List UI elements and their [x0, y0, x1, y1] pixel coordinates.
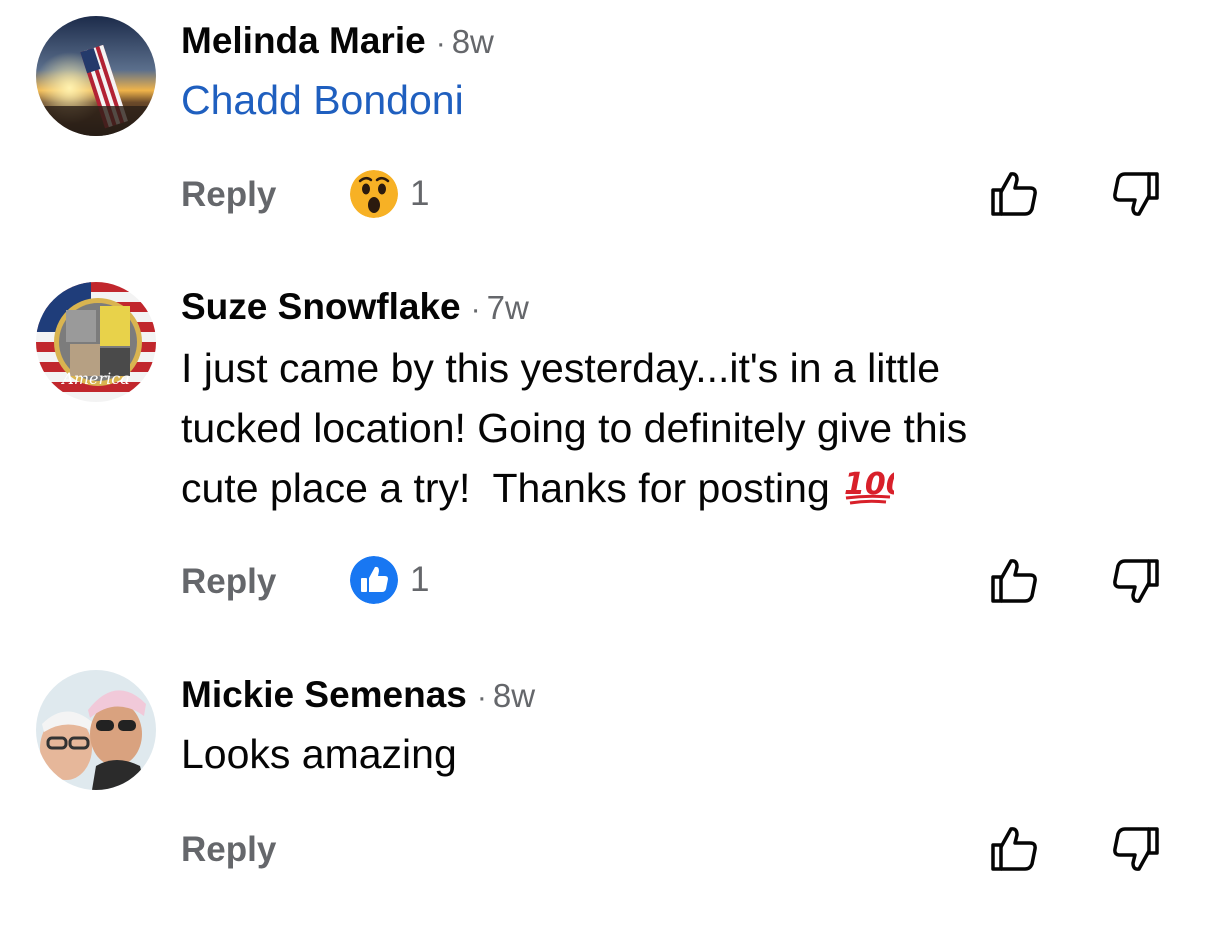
author-name[interactable]: Mickie Semenas [181, 674, 467, 715]
thumbs-up-icon [991, 172, 1037, 216]
downvote-button[interactable] [1110, 555, 1162, 607]
comment-text: Chadd Bondoni [181, 70, 1141, 130]
hundred-points-icon: 100 [842, 462, 906, 522]
comment-mickie-semenas: Mickie Semenas · 8w Looks amazing Reply [0, 640, 1206, 928]
comment-text-line-content: cute place a try! Thanks for posting [181, 465, 830, 511]
upvote-button[interactable] [988, 555, 1040, 607]
comment-header: Melinda Marie · 8w [181, 22, 494, 59]
svg-text:America: America [60, 369, 129, 388]
thumbs-up-icon [991, 559, 1037, 603]
avatar[interactable] [36, 16, 156, 136]
reaction-count: 1 [410, 560, 430, 599]
downvote-button[interactable] [1110, 168, 1162, 220]
thumbs-down-icon [1113, 172, 1159, 216]
comment-text-line: cute place a try! Thanks for posting 100 [181, 458, 1141, 522]
comment-text-line: I just came by this yesterday...it's in … [181, 345, 941, 391]
downvote-button[interactable] [1110, 823, 1162, 875]
thumbs-down-icon [1113, 827, 1159, 871]
upvote-button[interactable] [988, 168, 1040, 220]
comment-text: I just came by this yesterday...it's in … [181, 338, 1141, 522]
reply-button[interactable]: Reply [181, 564, 276, 599]
comment-suze-snowflake: America Suze Snowflake · 7w I just came by… [0, 250, 1206, 640]
comment-melinda-marie: Melinda Marie · 8w Chadd Bondoni Reply 1 [0, 0, 1206, 250]
avatar-image-selfie [36, 670, 156, 790]
timestamp[interactable]: 8w [452, 23, 494, 60]
comment-text-line: Looks amazing [181, 731, 457, 777]
timestamp[interactable]: 7w [487, 289, 529, 326]
comment-header: Suze Snowflake · 7w [181, 288, 529, 325]
reaction-summary[interactable]: 1 [350, 556, 429, 604]
separator-dot: · [476, 681, 487, 714]
avatar[interactable]: America [36, 282, 156, 402]
reply-button[interactable]: Reply [181, 832, 276, 867]
like-reaction-icon [350, 556, 398, 604]
author-name[interactable]: Suze Snowflake [181, 286, 461, 327]
reply-button[interactable]: Reply [181, 177, 276, 212]
thumbs-up-icon [991, 827, 1037, 871]
comment-text: Looks amazing [181, 724, 1141, 784]
wow-reaction-icon [350, 170, 398, 218]
avatar-image-flag-sunset [36, 16, 156, 136]
reaction-count: 1 [410, 174, 430, 213]
upvote-button[interactable] [988, 823, 1040, 875]
avatar-image-american-flag-collage: America [36, 282, 156, 402]
avatar[interactable] [36, 670, 156, 790]
separator-dot: · [470, 293, 481, 326]
reaction-summary[interactable]: 1 [350, 170, 429, 218]
mention-link[interactable]: Chadd Bondoni [181, 77, 464, 123]
separator-dot: · [435, 27, 446, 60]
thumbs-down-icon [1113, 559, 1159, 603]
comment-text-line: tucked location! Going to definitely giv… [181, 405, 968, 451]
author-name[interactable]: Melinda Marie [181, 20, 426, 61]
comment-header: Mickie Semenas · 8w [181, 676, 535, 713]
timestamp[interactable]: 8w [493, 677, 535, 714]
